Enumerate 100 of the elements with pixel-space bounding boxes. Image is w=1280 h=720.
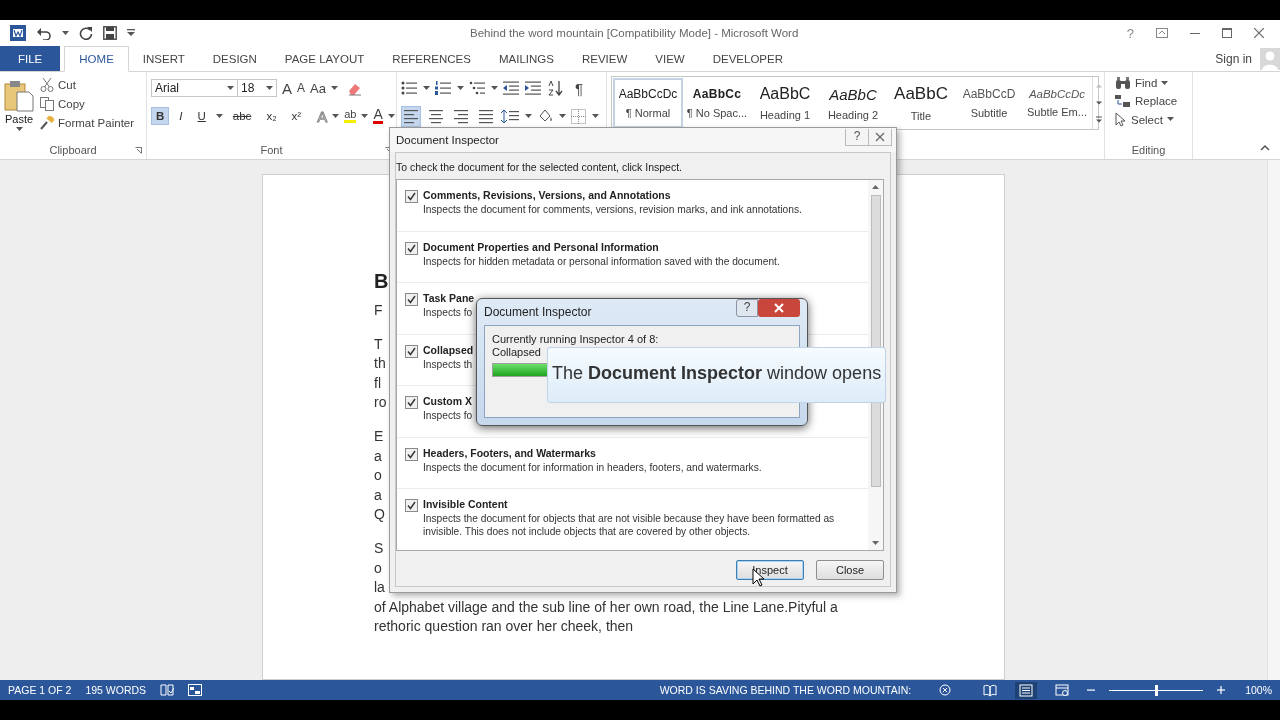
bullets-icon[interactable] [401, 81, 417, 95]
font-name-field[interactable]: Arial [151, 79, 238, 97]
shading-icon[interactable] [537, 108, 553, 124]
increase-indent-icon[interactable] [525, 81, 541, 95]
format-button[interactable]: x² [286, 107, 307, 125]
page-count[interactable]: PAGE 1 OF 2 [8, 684, 72, 696]
sort-icon[interactable] [547, 80, 563, 96]
checkbox[interactable] [405, 241, 418, 255]
copy-button[interactable]: Copy [40, 97, 135, 111]
help-button[interactable]: ? [1126, 25, 1134, 41]
style-item[interactable]: AaBbCcDc Subtle Em... [1023, 78, 1091, 128]
checkbox[interactable] [405, 396, 418, 409]
ribbon-tab[interactable]: VIEW [641, 46, 699, 71]
checkbox[interactable] [405, 190, 418, 203]
scroll-up-icon[interactable] [871, 183, 880, 191]
multilevel-list-icon[interactable] [469, 81, 485, 95]
ribbon-tab[interactable]: REFERENCES [378, 46, 485, 71]
file-tab[interactable]: FILE [0, 46, 61, 71]
scrollbar[interactable] [1267, 160, 1280, 680]
scroll-down-icon[interactable] [871, 539, 880, 547]
print-layout-icon[interactable] [1015, 681, 1038, 699]
ribbon-display-icon[interactable] [1156, 28, 1168, 38]
collapse-ribbon-icon[interactable] [1260, 144, 1270, 151]
style-item[interactable]: AaBbC Heading 1 [751, 78, 819, 128]
find-button[interactable]: Find [1115, 76, 1192, 90]
item-description: Inspects the document for objects that are not visible because they have been formatted as invisible. This does not include objects that are covered by other objects. [423, 513, 836, 538]
macro-icon[interactable] [188, 684, 203, 696]
sign-in-link[interactable]: Sign in [1215, 51, 1252, 66]
format-painter-button[interactable]: Format Painter [40, 116, 135, 130]
caret-icon[interactable] [491, 85, 498, 91]
show-formatting-button[interactable]: ¶ [575, 79, 584, 97]
shrink-font-button[interactable]: A [297, 81, 306, 95]
font-color-button[interactable]: A [373, 108, 383, 124]
style-item[interactable]: AaBbC Title [887, 78, 955, 128]
format-button[interactable]: I [174, 107, 188, 125]
check-icon [407, 295, 416, 304]
style-preview: AaBbC [759, 85, 811, 103]
checkbox[interactable] [405, 447, 418, 461]
font-size-field[interactable]: 18 [237, 79, 277, 97]
format-button[interactable]: x₂ [261, 107, 282, 125]
progress-status: Currently running Inspector 4 of 8: [492, 333, 660, 346]
customize-caret-icon[interactable] [127, 29, 135, 37]
save-icon[interactable] [103, 26, 117, 40]
caret-icon [266, 85, 273, 91]
line-spacing-icon[interactable] [501, 108, 519, 124]
ribbon-tab[interactable]: DESIGN [198, 46, 271, 71]
close-icon[interactable] [1254, 28, 1264, 38]
zoom-slider-thumb[interactable] [1155, 684, 1159, 696]
align-left-icon[interactable] [401, 105, 421, 127]
borders-icon[interactable] [571, 108, 586, 124]
ribbon-tab[interactable]: MAILINGS [484, 46, 568, 71]
ribbon-tab[interactable]: REVIEW [567, 46, 642, 71]
cancel-icon[interactable] [939, 684, 952, 696]
dialog-launcher-icon[interactable] [135, 147, 142, 154]
caret-icon[interactable] [387, 113, 395, 119]
proofing-icon[interactable] [160, 684, 175, 696]
ribbon-tab[interactable]: INSERT [128, 46, 199, 71]
zoom-in-icon[interactable] [1217, 686, 1226, 694]
zoom-level[interactable]: 100% [1245, 684, 1272, 696]
caret-icon[interactable] [423, 85, 430, 91]
style-item[interactable]: AaBbC Heading 2 [819, 78, 887, 128]
caret-icon[interactable] [361, 113, 369, 119]
caret-icon[interactable] [457, 85, 464, 91]
caret-icon[interactable] [330, 85, 338, 91]
ribbon-tab[interactable]: PAGE LAYOUT [270, 46, 379, 71]
instruction-text: To check the document for the selected content, click Inspect. [396, 160, 683, 175]
caret-icon[interactable] [525, 113, 532, 119]
paste-button[interactable]: Paste [4, 76, 34, 141]
caret-icon[interactable] [215, 113, 223, 119]
checkbox[interactable] [405, 293, 418, 306]
decrease-indent-icon[interactable] [503, 81, 519, 95]
caret-icon[interactable] [332, 113, 340, 119]
ribbon-tab[interactable]: DEVELOPER [698, 46, 797, 71]
select-button[interactable]: Select [1115, 112, 1192, 127]
format-button[interactable]: B [151, 107, 170, 125]
highlight-button[interactable]: ab [344, 109, 357, 123]
document-text: of Alphabet village and the sub line of her own road, the Line Lane.Pityful a [374, 597, 838, 617]
caret-icon[interactable] [592, 113, 599, 119]
help-button[interactable]: ? [736, 299, 758, 317]
caret-icon[interactable] [62, 30, 69, 36]
word-count[interactable]: 195 WORDS [85, 684, 147, 696]
close-icon[interactable] [758, 299, 800, 317]
format-button[interactable]: abc [227, 107, 257, 125]
checkbox[interactable] [405, 499, 418, 512]
replace-button[interactable]: Replace [1115, 94, 1192, 108]
redo-icon[interactable] [79, 26, 93, 40]
style-item[interactable]: AaBbCc ¶ No Spac... [683, 78, 751, 128]
ribbon-tab[interactable]: HOME [64, 46, 129, 72]
maximize-icon[interactable] [1222, 28, 1232, 38]
style-item[interactable]: AaBbCcD Subtitle [955, 78, 1023, 128]
undo-icon[interactable] [36, 26, 52, 40]
close-button[interactable]: Close [816, 560, 884, 580]
checkbox[interactable] [405, 344, 418, 358]
word-logo-icon[interactable] [10, 25, 26, 41]
change-case-button[interactable]: Aa [310, 80, 326, 96]
grow-font-button[interactable]: A [282, 79, 292, 97]
caret-icon[interactable] [559, 113, 566, 119]
cut-button[interactable]: Cut [40, 78, 135, 92]
numbering-icon[interactable] [435, 81, 451, 95]
format-button[interactable]: U [192, 107, 211, 125]
